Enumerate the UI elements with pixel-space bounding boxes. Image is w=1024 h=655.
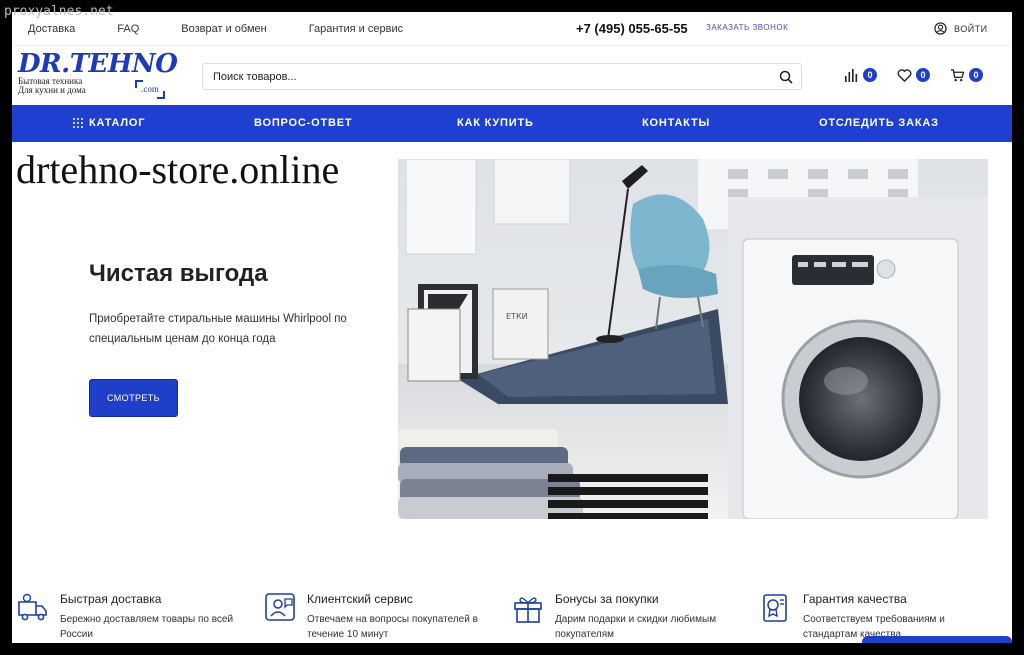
user-icon [934, 22, 947, 35]
login-label: ВОЙТИ [954, 23, 988, 34]
hero-washing-machine-image: ЕТКИ [398, 159, 988, 519]
search-icon [779, 70, 793, 84]
cart-count: 0 [969, 68, 983, 82]
main-nav: КАТАЛОГ ВОПРОС-ОТВЕТ КАК КУПИТЬ КОНТАКТЫ… [12, 105, 1012, 142]
nav-how-to-buy[interactable]: КАК КУПИТЬ [457, 117, 534, 129]
search-box [202, 63, 802, 90]
hero-view-button[interactable]: СМОТРЕТЬ [90, 380, 177, 416]
cart-icon [951, 68, 965, 81]
header-icons: 0 0 0 [844, 68, 1003, 82]
phone-number[interactable]: +7 (495) 055-65-55 [576, 21, 688, 36]
feature-service-title: Клиентский сервис [307, 592, 413, 606]
top-bar: Доставка FAQ Возврат и обмен Гарантия и … [12, 12, 1012, 46]
browser-page: Доставка FAQ Возврат и обмен Гарантия и … [12, 12, 1012, 643]
top-link-warranty[interactable]: Гарантия и сервис [309, 23, 403, 35]
login-link[interactable]: ВОЙТИ [934, 22, 988, 35]
top-link-returns[interactable]: Возврат и обмен [181, 23, 266, 35]
support-agent-icon [265, 593, 295, 621]
nav-track-order[interactable]: ОТСЛЕДИТЬ ЗАКАЗ [819, 117, 939, 129]
feature-delivery-title: Быстрая доставка [60, 592, 162, 606]
delivery-truck-icon [18, 593, 47, 621]
svg-text:ЕТКИ: ЕТКИ [506, 312, 528, 321]
top-link-delivery[interactable]: Доставка [28, 23, 75, 35]
compare-button[interactable]: 0 [844, 68, 877, 82]
feature-bonus-title: Бонусы за покупки [555, 592, 659, 606]
compare-icon [845, 68, 858, 82]
gift-icon [514, 597, 542, 623]
search-input[interactable] [203, 64, 771, 89]
grid-icon [73, 118, 83, 128]
logo-name: DR.TEHNO [18, 49, 178, 79]
wishlist-count: 0 [916, 68, 930, 82]
feature-bonus-text: Дарим подарки и скидки любимым покупател… [555, 614, 717, 640]
site-header: DR.TEHNO Бытовая техника Для кухни и дом… [12, 46, 1012, 105]
nav-contacts[interactable]: КОНТАКТЫ [642, 117, 710, 129]
watermark-text: proxyalnes.net [4, 4, 114, 19]
logo[interactable]: DR.TEHNO Бытовая техника Для кухни и дом… [18, 49, 178, 101]
top-link-faq[interactable]: FAQ [117, 23, 139, 35]
hero-banner: drtehno-store.online Чистая выгода Приоб… [12, 142, 1012, 532]
hero-description: Приобретайте стиральные машины Whirlpool… [89, 313, 347, 345]
domain-overlay: drtehno-store.online [16, 147, 340, 192]
hero-title: Чистая выгода [89, 260, 268, 287]
callback-link[interactable]: ЗАКАЗАТЬ ЗВОНОК [706, 23, 788, 32]
certificate-icon [763, 594, 787, 622]
feature-service-text: Отвечаем на вопросы покупателей в течени… [307, 614, 478, 640]
hero-illustration: ЕТКИ [398, 159, 988, 519]
heart-icon [897, 68, 912, 82]
cart-button[interactable]: 0 [950, 68, 983, 82]
compare-count: 0 [863, 68, 877, 82]
nav-faq[interactable]: ВОПРОС-ОТВЕТ [254, 117, 352, 129]
nav-catalog[interactable]: КАТАЛОГ [73, 117, 145, 129]
chat-widget-tab[interactable] [862, 636, 1012, 643]
top-links: Доставка FAQ Возврат и обмен Гарантия и … [12, 23, 429, 35]
search-button[interactable] [771, 64, 801, 89]
feature-quality-title: Гарантия качества [803, 592, 907, 606]
feature-delivery-text: Бережно доставляем товары по всей России [60, 614, 234, 640]
wishlist-button[interactable]: 0 [897, 68, 930, 82]
nav-catalog-label: КАТАЛОГ [89, 117, 146, 129]
logo-com: .com [135, 80, 165, 99]
features-row: Быстрая доставка Бережно доставляем това… [12, 588, 1012, 643]
